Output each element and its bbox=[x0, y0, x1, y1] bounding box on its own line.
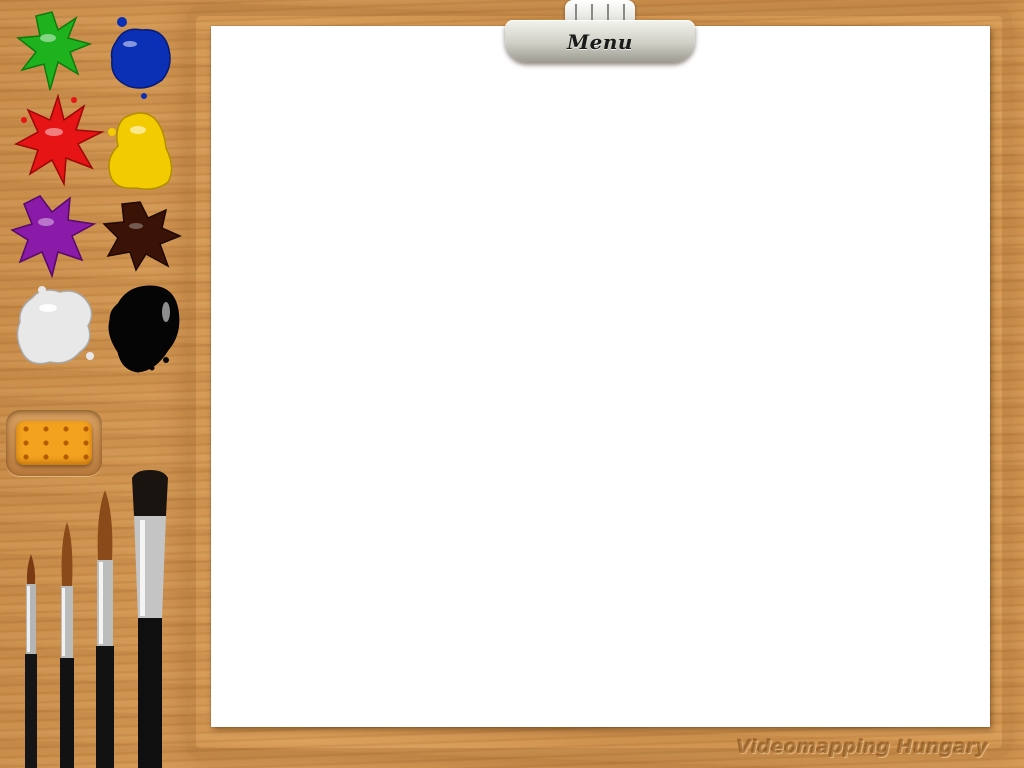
sponge-eraser-icon[interactable] bbox=[16, 421, 92, 465]
paint-green[interactable] bbox=[14, 8, 94, 94]
paint-purple[interactable] bbox=[10, 190, 98, 280]
brush-medium-icon[interactable] bbox=[90, 488, 120, 768]
paint-white[interactable] bbox=[14, 282, 98, 372]
brush-small-icon[interactable] bbox=[54, 520, 80, 768]
paint-red[interactable] bbox=[14, 92, 106, 188]
menu-button[interactable]: Menu bbox=[505, 30, 695, 54]
paint-black[interactable] bbox=[104, 278, 184, 378]
paint-brown[interactable] bbox=[102, 198, 182, 274]
paint-yellow[interactable] bbox=[104, 108, 178, 194]
paint-blue[interactable] bbox=[106, 12, 176, 102]
drawing-canvas[interactable] bbox=[211, 26, 990, 727]
brush-flat-large-icon[interactable] bbox=[128, 468, 172, 768]
menu-clip[interactable]: Menu bbox=[505, 0, 695, 66]
brush-fine-icon[interactable] bbox=[18, 552, 44, 768]
watermark: Videomapping Hungary bbox=[736, 736, 988, 758]
